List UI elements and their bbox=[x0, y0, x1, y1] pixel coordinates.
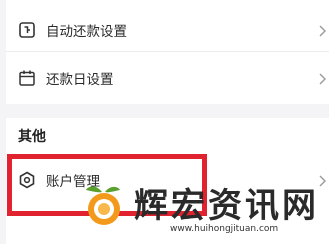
account-hexagon-icon bbox=[18, 171, 36, 189]
chevron-right-icon bbox=[317, 71, 327, 85]
auto-repay-settings-label: 自动还款设置 bbox=[46, 24, 127, 40]
section-title-other: 其他 bbox=[18, 129, 46, 145]
chevron-right-icon bbox=[317, 173, 327, 187]
auto-repay-icon bbox=[18, 21, 36, 39]
account-management-label: 账户管理 bbox=[46, 174, 100, 190]
calendar-icon bbox=[18, 69, 36, 87]
chevron-right-icon bbox=[317, 23, 327, 37]
repay-day-settings-label: 还款日设置 bbox=[46, 72, 114, 88]
auto-repay-settings-row[interactable]: 自动还款设置 bbox=[6, 6, 329, 54]
account-management-row[interactable]: 账户管理 bbox=[6, 156, 329, 204]
repay-day-settings-row[interactable]: 还款日设置 bbox=[6, 54, 329, 102]
divider bbox=[6, 51, 329, 52]
other-card: 其他 账户管理 bbox=[6, 118, 329, 244]
settings-card: 自动还款设置 还款日设置 bbox=[6, 0, 329, 104]
